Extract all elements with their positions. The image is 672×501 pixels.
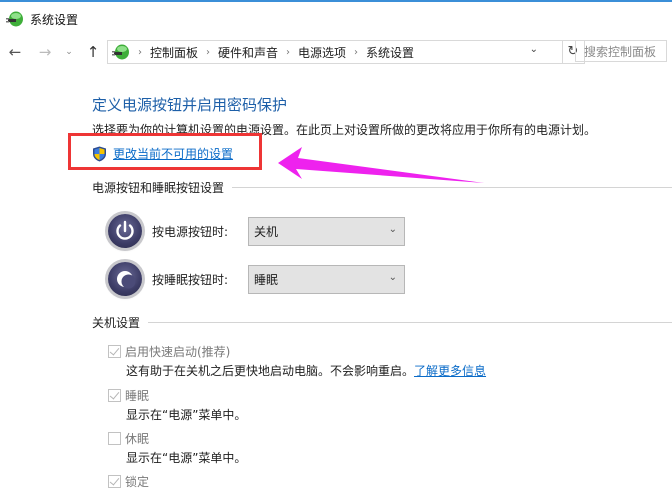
- sleep-description: 显示在“电源”菜单中。: [126, 408, 247, 422]
- hibernate-checkbox-row: 休眠: [108, 430, 149, 447]
- section-heading: 关机设置: [92, 316, 141, 330]
- power-buttons-section-header: 电源按钮和睡眠按钮设置: [92, 179, 672, 196]
- recent-locations-chevron-icon[interactable]: ⌄: [60, 42, 78, 62]
- lock-checkbox-row: 锁定: [108, 473, 149, 490]
- window-top-border: [0, 0, 672, 2]
- breadcrumb-separator-icon[interactable]: ›: [286, 47, 290, 58]
- hibernate-label: 休眠: [125, 432, 150, 446]
- window-title: 系统设置: [30, 12, 79, 27]
- breadcrumb-system-settings[interactable]: 系统设置: [366, 44, 414, 61]
- search-input[interactable]: 搜索控制面板: [575, 40, 667, 62]
- breadcrumb-separator-icon: ›: [138, 46, 142, 58]
- fast-startup-checkbox[interactable]: [108, 345, 121, 358]
- forward-arrow-icon[interactable]: →: [36, 42, 54, 62]
- sleep-checkbox-row: 睡眠: [108, 387, 149, 404]
- control-panel-icon: [112, 43, 130, 61]
- up-arrow-icon[interactable]: ↑: [84, 42, 102, 62]
- divider: [232, 187, 672, 188]
- hibernate-description: 显示在“电源”菜单中。: [126, 451, 247, 465]
- divider: [148, 322, 672, 323]
- fast-startup-checkbox-row: 启用快速启动(推荐): [108, 343, 230, 360]
- page-title: 定义电源按钮并启用密码保护: [92, 96, 288, 114]
- fast-startup-description: 这有助于在关机之后更快地启动电脑。不会影响重启。了解更多信息: [126, 362, 486, 379]
- sleep-checkbox[interactable]: [108, 389, 121, 402]
- sleep-button-icon: [108, 262, 142, 296]
- hibernate-checkbox[interactable]: [108, 432, 121, 445]
- highlight-box: [68, 133, 262, 170]
- sleep-button-action-select[interactable]: 睡眠 ⌄: [248, 264, 405, 294]
- breadcrumb-separator-icon[interactable]: ›: [206, 47, 210, 58]
- power-button-row: 按电源按钮时: 关机 ⌄: [108, 214, 405, 248]
- address-bar[interactable]: › 控制面板 › 硬件和声音 › 电源选项 › 系统设置 ⌄: [107, 40, 563, 64]
- lock-label: 锁定: [125, 475, 150, 489]
- power-options-icon: [6, 10, 24, 28]
- breadcrumb-control-panel[interactable]: 控制面板: [150, 44, 198, 61]
- power-button-icon: [108, 214, 142, 248]
- sleep-label: 睡眠: [125, 389, 150, 403]
- select-value: 睡眠: [254, 272, 279, 287]
- power-button-label: 按电源按钮时:: [152, 224, 229, 239]
- learn-more-link[interactable]: 了解更多信息: [414, 364, 486, 378]
- sleep-button-row: 按睡眠按钮时: 睡眠 ⌄: [108, 262, 405, 296]
- chevron-down-icon: ⌄: [388, 271, 397, 283]
- back-arrow-icon[interactable]: ←: [6, 42, 24, 62]
- lock-checkbox[interactable]: [108, 475, 121, 488]
- power-button-action-select[interactable]: 关机 ⌄: [248, 216, 405, 246]
- description-text: 这有助于在关机之后更快地启动电脑。不会影响重启。: [126, 364, 415, 378]
- breadcrumb-hardware-sound[interactable]: 硬件和声音: [218, 44, 278, 61]
- shutdown-section-header: 关机设置: [92, 314, 672, 331]
- title-bar: 系统设置: [6, 8, 78, 30]
- navigation-bar: ← → ⌄ ↑ › 控制面板 › 硬件和声音 › 电源选项 › 系统设置 ⌄ ↻…: [0, 38, 672, 66]
- breadcrumb-power-options[interactable]: 电源选项: [298, 44, 346, 61]
- address-dropdown-icon[interactable]: ⌄: [530, 44, 538, 55]
- chevron-down-icon: ⌄: [388, 223, 397, 235]
- breadcrumb-separator-icon[interactable]: ›: [354, 47, 358, 58]
- select-value: 关机: [254, 224, 279, 239]
- section-heading: 电源按钮和睡眠按钮设置: [92, 181, 225, 195]
- sleep-button-label: 按睡眠按钮时:: [152, 272, 229, 287]
- fast-startup-label: 启用快速启动(推荐): [125, 345, 231, 359]
